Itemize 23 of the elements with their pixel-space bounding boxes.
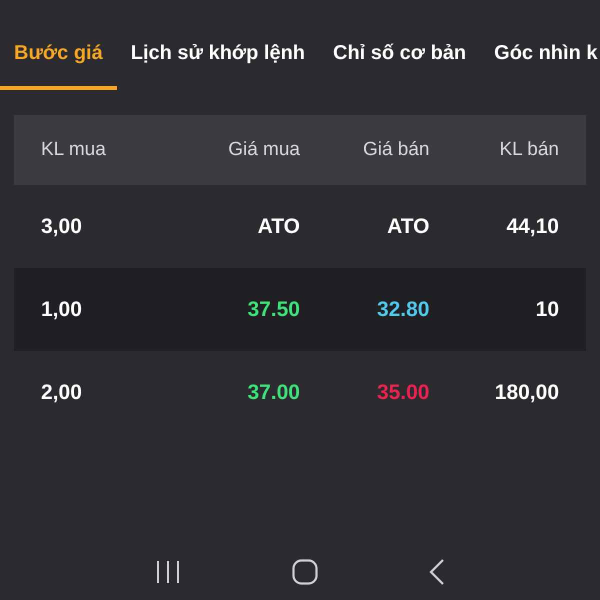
home-icon[interactable]	[292, 559, 318, 585]
table-cell-text: 2,00	[41, 380, 83, 406]
table-cell-text: 180,00	[494, 380, 559, 406]
tab[interactable]: Góc nhìn k	[480, 38, 600, 90]
back-icon[interactable]	[428, 558, 445, 586]
tab[interactable]: Lịch sử khớp lệnh	[116, 38, 320, 90]
table-cell-text: ATO	[386, 214, 430, 240]
table-cell-text: 37.50	[246, 296, 300, 323]
table-cell-text: 10	[534, 296, 559, 323]
table-cell-text: 35.00	[376, 380, 430, 406]
table-cell-text: 44,10	[505, 214, 559, 240]
table-cell-text: 3,00	[41, 214, 83, 240]
table-cell-text: 1,00	[41, 296, 83, 323]
column-header: Giá mua	[227, 138, 300, 162]
tab[interactable]: Bước giá	[0, 38, 117, 90]
column-header: KL mua	[41, 138, 107, 162]
tab[interactable]: Chỉ số cơ bản	[319, 38, 480, 90]
recent-apps-icon[interactable]	[155, 560, 182, 584]
column-header: KL bán	[498, 138, 559, 162]
table-cell-text: ATO	[256, 214, 300, 240]
table-cell-text: 37.00	[246, 380, 300, 406]
column-header: Giá bán	[362, 138, 430, 162]
table-cell-text: 32.80	[376, 296, 430, 323]
